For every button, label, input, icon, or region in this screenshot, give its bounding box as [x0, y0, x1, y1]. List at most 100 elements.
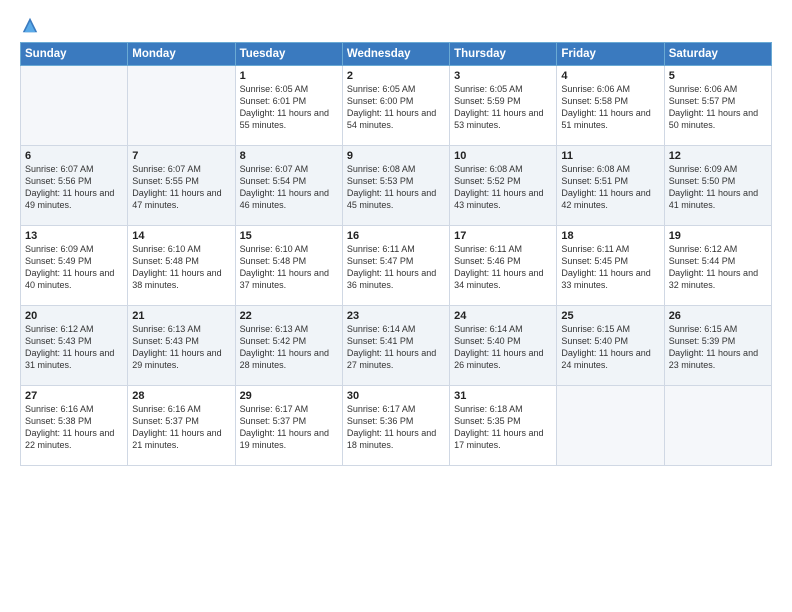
day-number: 2 — [347, 70, 445, 82]
calendar-cell: 13Sunrise: 6:09 AMSunset: 5:49 PMDayligh… — [21, 226, 128, 306]
day-info: Sunrise: 6:05 AMSunset: 6:01 PMDaylight:… — [240, 83, 338, 132]
calendar-cell: 19Sunrise: 6:12 AMSunset: 5:44 PMDayligh… — [664, 226, 771, 306]
day-number: 17 — [454, 230, 552, 242]
calendar-cell: 16Sunrise: 6:11 AMSunset: 5:47 PMDayligh… — [342, 226, 449, 306]
day-info: Sunrise: 6:16 AMSunset: 5:38 PMDaylight:… — [25, 403, 123, 452]
calendar-cell: 5Sunrise: 6:06 AMSunset: 5:57 PMDaylight… — [664, 66, 771, 146]
day-info: Sunrise: 6:07 AMSunset: 5:54 PMDaylight:… — [240, 163, 338, 212]
day-info: Sunrise: 6:14 AMSunset: 5:41 PMDaylight:… — [347, 323, 445, 372]
day-info: Sunrise: 6:17 AMSunset: 5:37 PMDaylight:… — [240, 403, 338, 452]
calendar-cell: 28Sunrise: 6:16 AMSunset: 5:37 PMDayligh… — [128, 386, 235, 466]
calendar-cell: 27Sunrise: 6:16 AMSunset: 5:38 PMDayligh… — [21, 386, 128, 466]
calendar-cell — [128, 66, 235, 146]
day-info: Sunrise: 6:13 AMSunset: 5:42 PMDaylight:… — [240, 323, 338, 372]
calendar-cell: 17Sunrise: 6:11 AMSunset: 5:46 PMDayligh… — [450, 226, 557, 306]
day-info: Sunrise: 6:11 AMSunset: 5:47 PMDaylight:… — [347, 243, 445, 292]
weekday-header-row: SundayMondayTuesdayWednesdayThursdayFrid… — [21, 43, 772, 66]
day-info: Sunrise: 6:11 AMSunset: 5:46 PMDaylight:… — [454, 243, 552, 292]
day-info: Sunrise: 6:08 AMSunset: 5:53 PMDaylight:… — [347, 163, 445, 212]
day-info: Sunrise: 6:12 AMSunset: 5:44 PMDaylight:… — [669, 243, 767, 292]
day-number: 26 — [669, 310, 767, 322]
day-number: 7 — [132, 150, 230, 162]
weekday-header-saturday: Saturday — [664, 43, 771, 66]
day-info: Sunrise: 6:09 AMSunset: 5:49 PMDaylight:… — [25, 243, 123, 292]
calendar-cell: 30Sunrise: 6:17 AMSunset: 5:36 PMDayligh… — [342, 386, 449, 466]
day-info: Sunrise: 6:07 AMSunset: 5:56 PMDaylight:… — [25, 163, 123, 212]
calendar-cell: 11Sunrise: 6:08 AMSunset: 5:51 PMDayligh… — [557, 146, 664, 226]
calendar-cell: 12Sunrise: 6:09 AMSunset: 5:50 PMDayligh… — [664, 146, 771, 226]
day-number: 11 — [561, 150, 659, 162]
day-info: Sunrise: 6:15 AMSunset: 5:40 PMDaylight:… — [561, 323, 659, 372]
calendar-cell: 1Sunrise: 6:05 AMSunset: 6:01 PMDaylight… — [235, 66, 342, 146]
calendar-cell: 20Sunrise: 6:12 AMSunset: 5:43 PMDayligh… — [21, 306, 128, 386]
calendar-cell: 9Sunrise: 6:08 AMSunset: 5:53 PMDaylight… — [342, 146, 449, 226]
day-number: 25 — [561, 310, 659, 322]
day-info: Sunrise: 6:05 AMSunset: 6:00 PMDaylight:… — [347, 83, 445, 132]
calendar-cell: 31Sunrise: 6:18 AMSunset: 5:35 PMDayligh… — [450, 386, 557, 466]
day-number: 10 — [454, 150, 552, 162]
day-info: Sunrise: 6:08 AMSunset: 5:51 PMDaylight:… — [561, 163, 659, 212]
calendar-cell: 8Sunrise: 6:07 AMSunset: 5:54 PMDaylight… — [235, 146, 342, 226]
calendar-cell — [664, 386, 771, 466]
calendar-cell: 7Sunrise: 6:07 AMSunset: 5:55 PMDaylight… — [128, 146, 235, 226]
day-info: Sunrise: 6:14 AMSunset: 5:40 PMDaylight:… — [454, 323, 552, 372]
calendar-cell — [21, 66, 128, 146]
day-number: 12 — [669, 150, 767, 162]
day-number: 30 — [347, 390, 445, 402]
calendar-cell: 22Sunrise: 6:13 AMSunset: 5:42 PMDayligh… — [235, 306, 342, 386]
day-number: 28 — [132, 390, 230, 402]
day-number: 22 — [240, 310, 338, 322]
calendar-cell: 24Sunrise: 6:14 AMSunset: 5:40 PMDayligh… — [450, 306, 557, 386]
day-number: 23 — [347, 310, 445, 322]
day-info: Sunrise: 6:06 AMSunset: 5:58 PMDaylight:… — [561, 83, 659, 132]
day-number: 4 — [561, 70, 659, 82]
day-number: 3 — [454, 70, 552, 82]
week-row-3: 13Sunrise: 6:09 AMSunset: 5:49 PMDayligh… — [21, 226, 772, 306]
day-info: Sunrise: 6:11 AMSunset: 5:45 PMDaylight:… — [561, 243, 659, 292]
day-number: 27 — [25, 390, 123, 402]
week-row-2: 6Sunrise: 6:07 AMSunset: 5:56 PMDaylight… — [21, 146, 772, 226]
day-number: 13 — [25, 230, 123, 242]
weekday-header-monday: Monday — [128, 43, 235, 66]
calendar-cell: 4Sunrise: 6:06 AMSunset: 5:58 PMDaylight… — [557, 66, 664, 146]
calendar-cell: 15Sunrise: 6:10 AMSunset: 5:48 PMDayligh… — [235, 226, 342, 306]
day-number: 8 — [240, 150, 338, 162]
header — [20, 18, 772, 34]
day-info: Sunrise: 6:10 AMSunset: 5:48 PMDaylight:… — [132, 243, 230, 292]
day-number: 20 — [25, 310, 123, 322]
day-number: 6 — [25, 150, 123, 162]
calendar-cell: 6Sunrise: 6:07 AMSunset: 5:56 PMDaylight… — [21, 146, 128, 226]
calendar-cell: 29Sunrise: 6:17 AMSunset: 5:37 PMDayligh… — [235, 386, 342, 466]
day-info: Sunrise: 6:07 AMSunset: 5:55 PMDaylight:… — [132, 163, 230, 212]
logo-icon — [21, 16, 39, 34]
calendar-cell: 18Sunrise: 6:11 AMSunset: 5:45 PMDayligh… — [557, 226, 664, 306]
calendar-cell: 14Sunrise: 6:10 AMSunset: 5:48 PMDayligh… — [128, 226, 235, 306]
week-row-4: 20Sunrise: 6:12 AMSunset: 5:43 PMDayligh… — [21, 306, 772, 386]
day-number: 21 — [132, 310, 230, 322]
day-info: Sunrise: 6:06 AMSunset: 5:57 PMDaylight:… — [669, 83, 767, 132]
day-info: Sunrise: 6:17 AMSunset: 5:36 PMDaylight:… — [347, 403, 445, 452]
calendar-cell: 3Sunrise: 6:05 AMSunset: 5:59 PMDaylight… — [450, 66, 557, 146]
day-number: 5 — [669, 70, 767, 82]
day-info: Sunrise: 6:05 AMSunset: 5:59 PMDaylight:… — [454, 83, 552, 132]
calendar-cell: 21Sunrise: 6:13 AMSunset: 5:43 PMDayligh… — [128, 306, 235, 386]
calendar-cell: 25Sunrise: 6:15 AMSunset: 5:40 PMDayligh… — [557, 306, 664, 386]
day-number: 1 — [240, 70, 338, 82]
day-info: Sunrise: 6:13 AMSunset: 5:43 PMDaylight:… — [132, 323, 230, 372]
day-number: 19 — [669, 230, 767, 242]
day-number: 9 — [347, 150, 445, 162]
logo — [20, 18, 39, 34]
day-info: Sunrise: 6:12 AMSunset: 5:43 PMDaylight:… — [25, 323, 123, 372]
calendar-table: SundayMondayTuesdayWednesdayThursdayFrid… — [20, 42, 772, 466]
day-number: 29 — [240, 390, 338, 402]
week-row-1: 1Sunrise: 6:05 AMSunset: 6:01 PMDaylight… — [21, 66, 772, 146]
weekday-header-friday: Friday — [557, 43, 664, 66]
day-number: 15 — [240, 230, 338, 242]
day-info: Sunrise: 6:16 AMSunset: 5:37 PMDaylight:… — [132, 403, 230, 452]
day-info: Sunrise: 6:18 AMSunset: 5:35 PMDaylight:… — [454, 403, 552, 452]
calendar-cell: 23Sunrise: 6:14 AMSunset: 5:41 PMDayligh… — [342, 306, 449, 386]
day-info: Sunrise: 6:15 AMSunset: 5:39 PMDaylight:… — [669, 323, 767, 372]
calendar-cell: 26Sunrise: 6:15 AMSunset: 5:39 PMDayligh… — [664, 306, 771, 386]
day-number: 14 — [132, 230, 230, 242]
calendar-cell: 2Sunrise: 6:05 AMSunset: 6:00 PMDaylight… — [342, 66, 449, 146]
